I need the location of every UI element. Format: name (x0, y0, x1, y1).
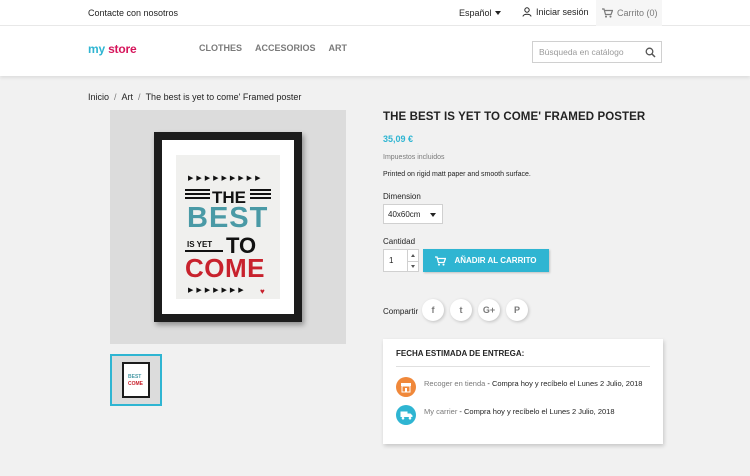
poster-text-isyet: IS YET (187, 240, 213, 249)
add-to-cart-button[interactable]: AÑADIR AL CARRITO (423, 249, 549, 272)
product-title: THE BEST IS YET TO COME' FRAMED POSTER (383, 111, 646, 123)
main-nav: CLOTHES ACCESORIOS ART (199, 43, 347, 53)
poster-line (250, 197, 271, 199)
delivery-estimate-box: FECHA ESTIMADA DE ENTREGA: Recoger en ti… (383, 339, 663, 444)
thumbnail-frame: BEST COME (122, 362, 150, 398)
poster-text-best: BEST (187, 202, 269, 234)
cart-label: Carrito (0) (617, 8, 658, 18)
dimension-value: 40x60cm (388, 210, 421, 219)
breadcrumb-home[interactable]: Inicio (88, 92, 109, 102)
quantity-label: Cantidad (383, 237, 416, 246)
share-googleplus-button[interactable]: G+ (478, 299, 500, 321)
delivery-option-name: My carrier (424, 407, 458, 416)
caret-down-icon (430, 213, 436, 217)
cart-icon (602, 8, 613, 18)
quantity-decrease-button[interactable] (408, 260, 418, 272)
dimension-select[interactable]: 40x60cm (383, 204, 443, 224)
breadcrumb-separator: / (138, 92, 141, 102)
poster-line (185, 197, 210, 199)
cart-icon (435, 255, 447, 266)
quantity-stepper[interactable]: 1 (383, 249, 419, 272)
contact-link[interactable]: Contacte con nosotros (88, 8, 178, 18)
search-box (532, 41, 662, 63)
search-icon[interactable] (645, 47, 656, 58)
quantity-value: 1 (389, 256, 394, 265)
product-description: Printed on rigid matt paper and smooth s… (383, 171, 531, 178)
caret-down-icon (494, 11, 501, 15)
arrow-up-icon (411, 253, 415, 257)
breadcrumb: Inicio / Art / The best is yet to come' … (88, 92, 301, 102)
login-link[interactable]: Iniciar sesión (522, 7, 589, 17)
nav-clothes[interactable]: CLOTHES (199, 43, 242, 53)
delivery-option: My carrier - Compra hoy y recíbelo el Lu… (396, 405, 654, 425)
googleplus-icon: G+ (482, 305, 496, 315)
poster-mat: ▶▶▶▶▶▶▶▶▶ THE BEST IS YET TO COME ▶▶▶▶▶▶… (162, 140, 294, 314)
poster-frame: ▶▶▶▶▶▶▶▶▶ THE BEST IS YET TO COME ▶▶▶▶▶▶… (154, 132, 302, 322)
delivery-option: Recoger en tienda - Compra hoy y recíbel… (396, 377, 644, 397)
site-header: my store CLOTHES ACCESORIOS ART (0, 26, 750, 76)
dimension-label: Dimension (383, 192, 421, 201)
poster-line (250, 189, 271, 191)
breadcrumb-current[interactable]: The best is yet to come' Framed poster (146, 92, 302, 102)
share-twitter-button[interactable]: t (450, 299, 472, 321)
poster-artwork: ▶▶▶▶▶▶▶▶▶ THE BEST IS YET TO COME ▶▶▶▶▶▶… (176, 155, 280, 299)
thumbnail-text-come: COME (128, 381, 143, 387)
store-icon (396, 377, 416, 397)
product-price: 35,09 € (383, 134, 414, 144)
share-label: Compartir (383, 307, 419, 316)
heart-icon: ♥ (260, 287, 265, 296)
pinterest-icon: P (513, 305, 520, 315)
store-logo[interactable]: my store (88, 42, 137, 56)
delivery-title: FECHA ESTIMADA DE ENTREGA: (396, 349, 525, 358)
product-thumbnail[interactable]: BEST COME (110, 354, 162, 406)
share-facebook-button[interactable]: f (422, 299, 444, 321)
tax-label: Impuestos incluidos (383, 154, 445, 161)
nav-art[interactable]: ART (329, 43, 348, 53)
breadcrumb-art[interactable]: Art (122, 92, 134, 102)
poster-text-come: COME (185, 253, 265, 283)
cart-button[interactable]: Carrito (0) (596, 0, 662, 26)
delivery-option-text: Compra hoy y recíbelo el Lunes 2 Julio, … (491, 379, 643, 388)
arrow-down-icon (411, 264, 415, 268)
login-label: Iniciar sesión (536, 7, 589, 17)
twitter-icon: t (459, 305, 463, 315)
logo-my: my (88, 42, 105, 56)
breadcrumb-separator: / (114, 92, 117, 102)
facebook-icon: f (431, 305, 435, 315)
delivery-option-text: Compra hoy y recíbelo el Lunes 2 Julio, … (464, 407, 615, 416)
poster-line (185, 250, 223, 252)
poster-triangles-top: ▶▶▶▶▶▶▶▶▶ (188, 175, 264, 182)
add-to-cart-label: AÑADIR AL CARRITO (454, 256, 537, 265)
poster-line (185, 189, 210, 191)
product-cover-image[interactable]: ▶▶▶▶▶▶▶▶▶ THE BEST IS YET TO COME ▶▶▶▶▶▶… (110, 110, 346, 344)
language-label: Español (459, 8, 492, 18)
poster-triangles-bottom: ▶▶▶▶▶▶▶ (188, 287, 247, 294)
thumbnail-text-best: BEST (128, 374, 142, 380)
delivery-option-separator: - (457, 407, 465, 416)
thumbnail-mat: BEST COME (124, 364, 148, 396)
quantity-increase-button[interactable] (408, 250, 418, 261)
language-selector[interactable]: Español (459, 8, 501, 18)
logo-store: store (104, 42, 137, 56)
divider (396, 366, 650, 367)
poster-line (250, 193, 271, 195)
quantity-buttons (407, 250, 418, 271)
nav-accesorios[interactable]: ACCESORIOS (255, 43, 316, 53)
top-bar: Contacte con nosotros Español Iniciar se… (0, 0, 750, 26)
poster-line (185, 193, 210, 195)
user-icon (522, 7, 532, 17)
truck-icon (396, 405, 416, 425)
delivery-option-separator: - (485, 379, 492, 388)
search-input[interactable] (533, 42, 638, 62)
delivery-option-name: Recoger en tienda (424, 379, 486, 388)
share-pinterest-button[interactable]: P (506, 299, 528, 321)
